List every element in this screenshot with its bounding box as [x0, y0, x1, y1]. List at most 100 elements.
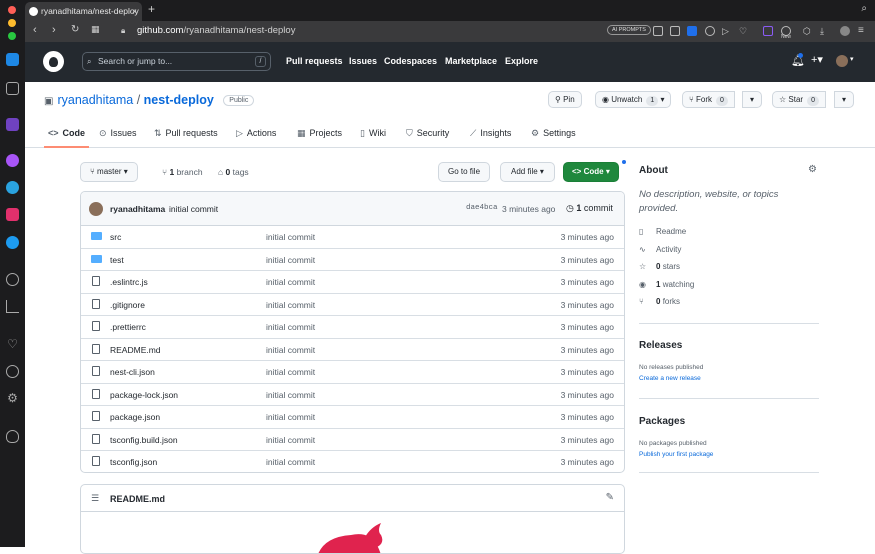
file-commit-message[interactable]: initial commit — [266, 277, 315, 287]
author-avatar[interactable] — [89, 202, 103, 216]
file-commit-message[interactable]: initial commit — [266, 390, 315, 400]
file-name-link[interactable]: tsconfig.json — [110, 457, 157, 467]
tab-projects[interactable]: ▦ Projects — [297, 128, 342, 139]
nav-issues[interactable]: Issues — [349, 56, 377, 66]
tab-pull-requests[interactable]: ⇅ Pull requests — [154, 128, 218, 139]
tab-search-icon[interactable]: ⌕ — [861, 3, 867, 14]
new-tab-button[interactable]: + — [148, 2, 155, 16]
commit-message[interactable]: initial commit — [169, 204, 218, 214]
file-name-link[interactable]: .gitignore — [110, 300, 145, 310]
stars-link[interactable]: ☆ 0 stars — [639, 262, 680, 271]
file-commit-message[interactable]: initial commit — [266, 435, 315, 445]
create-release-link[interactable]: Create a new release — [639, 375, 701, 382]
star-dropdown-button[interactable]: ▾ — [834, 91, 855, 108]
player-icon[interactable] — [6, 273, 19, 286]
profile-avatar-icon[interactable] — [840, 26, 850, 36]
tab-insights[interactable]: ⟋ Insights — [470, 128, 511, 139]
file-commit-message[interactable]: initial commit — [266, 255, 315, 265]
messenger-icon[interactable] — [6, 154, 19, 167]
home-icon[interactable] — [6, 53, 19, 66]
commits-link[interactable]: ◷ 1 commit — [566, 203, 613, 214]
camera-icon[interactable] — [670, 26, 680, 36]
readme-link[interactable]: ▯ Readme — [639, 227, 686, 236]
go-to-file-button[interactable]: Go to file — [438, 162, 491, 182]
maximize-window-button[interactable] — [8, 32, 16, 40]
tabs-grid-icon[interactable]: ▦ — [91, 24, 100, 35]
pin-button[interactable]: ⚲ Pin — [548, 91, 582, 108]
send-icon[interactable] — [6, 300, 19, 313]
extension-icon[interactable] — [6, 82, 19, 95]
publish-package-link[interactable]: Publish your first package — [639, 451, 713, 458]
fork-dropdown-button[interactable]: ▾ — [742, 91, 763, 108]
shield-extension-icon[interactable] — [687, 26, 697, 36]
heart-icon[interactable]: ♡ — [739, 26, 749, 36]
github-logo-icon[interactable] — [43, 51, 64, 72]
packages-heading[interactable]: Packages — [639, 416, 685, 427]
file-name-link[interactable]: test — [110, 255, 124, 265]
commit-sha[interactable]: dae4bca — [466, 204, 498, 212]
add-file-button[interactable]: Add file ▾ — [500, 162, 555, 182]
user-avatar[interactable] — [836, 55, 848, 67]
star-button[interactable]: ☆ Star 0 — [772, 91, 826, 108]
file-commit-message[interactable]: initial commit — [266, 345, 315, 355]
close-window-button[interactable] — [8, 6, 16, 14]
file-name-link[interactable]: README.md — [110, 345, 161, 355]
browser-tab[interactable]: ryanadhitama/nest-deploy × — [25, 2, 142, 21]
tab-code[interactable]: <> Code — [48, 128, 85, 138]
file-row[interactable]: .gitignore initial commit 3 minutes ago — [81, 294, 624, 316]
send-icon[interactable]: ▷ — [722, 26, 732, 36]
forward-icon[interactable]: › — [52, 24, 56, 36]
gear-icon[interactable]: ⚙ — [808, 164, 817, 175]
file-name-link[interactable]: nest-cli.json — [110, 367, 155, 377]
file-name-link[interactable]: src — [110, 232, 121, 242]
activity-link[interactable]: ∿ Activity — [639, 245, 681, 254]
avatar-dropdown-icon[interactable]: ▾ — [850, 55, 854, 63]
vpn-icon[interactable] — [705, 26, 715, 36]
settings-icon[interactable]: ⚙ — [6, 392, 19, 405]
file-commit-message[interactable]: initial commit — [266, 322, 315, 332]
cube-icon[interactable]: ⬡ — [803, 26, 813, 36]
file-commit-message[interactable]: initial commit — [266, 412, 315, 422]
file-name-link[interactable]: .prettierrc — [110, 322, 146, 332]
nav-explore[interactable]: Explore — [505, 56, 538, 66]
file-commit-message[interactable]: initial commit — [266, 300, 315, 310]
edit-icon[interactable] — [653, 26, 663, 36]
menu-icon[interactable]: ≡ — [858, 26, 868, 36]
file-name-link[interactable]: .eslintrc.js — [110, 277, 148, 287]
file-row[interactable]: .eslintrc.js initial commit 3 minutes ago — [81, 271, 624, 294]
file-row[interactable]: package-lock.json initial commit 3 minutes… — [81, 384, 624, 406]
tab-issues[interactable]: ⊙ Issues — [99, 128, 137, 139]
fork-button[interactable]: ⑂ Fork 0 — [682, 91, 735, 108]
reload-icon[interactable]: ↻ — [71, 24, 79, 35]
file-name-link[interactable]: package-lock.json — [110, 390, 178, 400]
file-name-link[interactable]: tsconfig.build.json — [110, 435, 178, 445]
commit-author[interactable]: ryanadhitama — [110, 204, 165, 214]
tab-security[interactable]: ⛉ Security — [406, 128, 449, 139]
file-row[interactable]: test initial commit 3 minutes ago — [81, 249, 624, 271]
file-row[interactable]: .prettierrc initial commit 3 minutes ago — [81, 316, 624, 339]
file-commit-message[interactable]: initial commit — [266, 367, 315, 377]
nav-pull-requests[interactable]: Pull requests — [286, 56, 343, 66]
tab-actions[interactable]: ▷ Actions — [236, 128, 276, 139]
branches-link[interactable]: ⑂ 1 branch — [162, 167, 203, 177]
file-commit-message[interactable]: initial commit — [266, 457, 315, 467]
download-icon[interactable]: ⤓ — [820, 26, 830, 36]
unwatch-button[interactable]: ◉ Unwatch 1 ▾ — [595, 91, 672, 108]
instagram-icon[interactable] — [6, 208, 19, 221]
twitter-icon[interactable] — [6, 236, 19, 249]
readme-title[interactable]: README.md — [110, 494, 165, 504]
minimize-window-button[interactable] — [8, 19, 16, 27]
tab-settings[interactable]: ⚙ Settings — [531, 128, 576, 139]
create-new-icon[interactable]: +▾ — [811, 53, 823, 66]
watching-link[interactable]: ◉ 1 watching — [639, 280, 694, 289]
sidebar-toggle-icon[interactable] — [763, 26, 773, 36]
heart-icon[interactable]: ♡ — [6, 338, 19, 351]
close-tab-icon[interactable]: × — [132, 2, 137, 21]
code-button[interactable]: <> Code ▾ — [563, 162, 619, 182]
file-name-link[interactable]: package.json — [110, 412, 160, 422]
list-icon[interactable]: ☰ — [91, 493, 99, 504]
file-row[interactable]: nest-cli.json initial commit 3 minutes ago — [81, 361, 624, 384]
branch-selector[interactable]: ⑂ master ▾ — [80, 162, 138, 182]
file-row[interactable]: package.json initial commit 3 minutes ago — [81, 406, 624, 429]
back-icon[interactable]: ‹ — [33, 24, 37, 36]
